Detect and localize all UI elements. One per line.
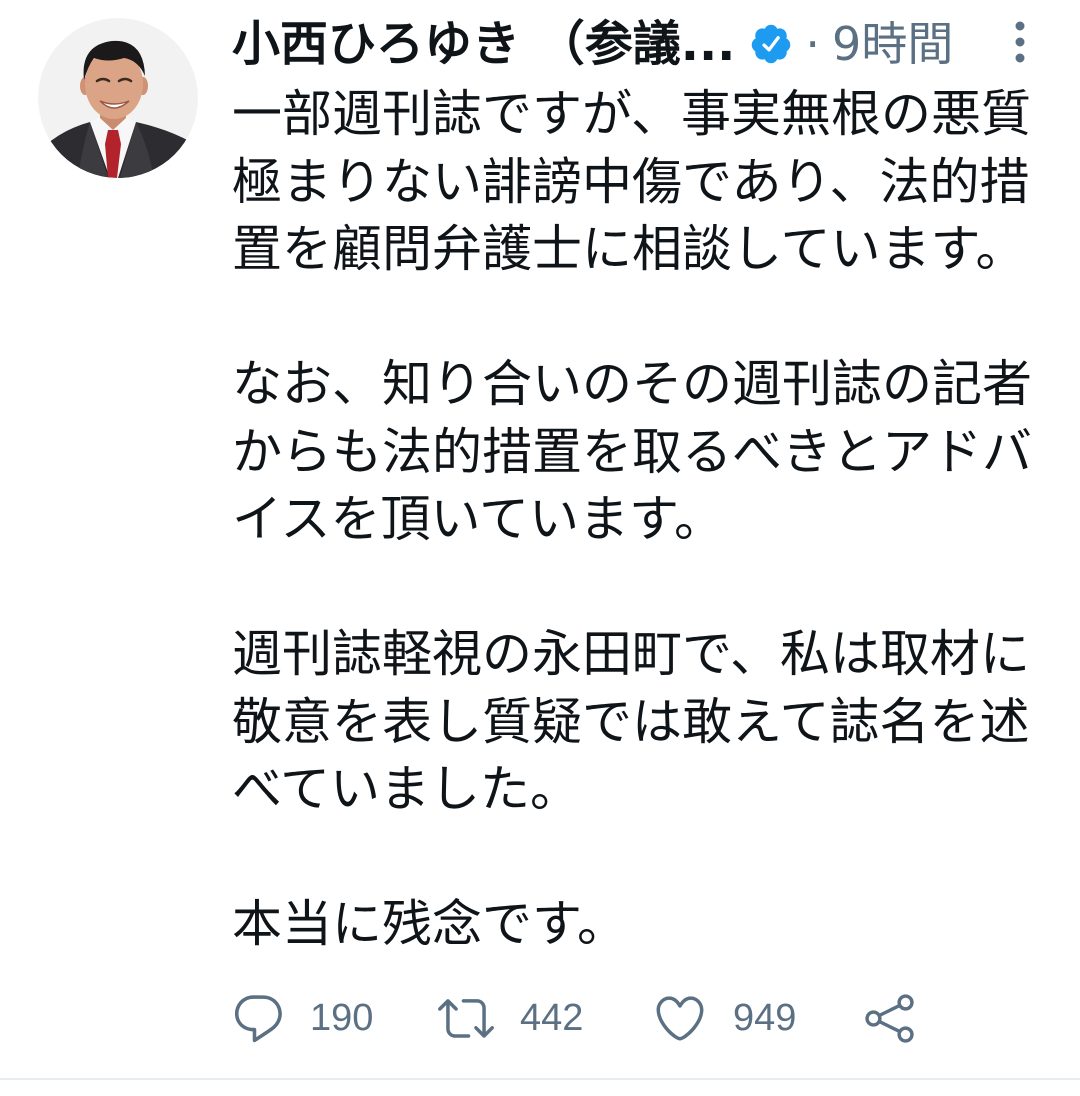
share-button[interactable] — [862, 990, 917, 1046]
time-text: 9時間 — [832, 17, 954, 71]
reply-icon — [234, 994, 282, 1042]
like-button[interactable]: 949 — [652, 990, 796, 1046]
verified-badge-icon — [752, 24, 791, 64]
tweet-text-line: べていました。 — [232, 760, 580, 818]
retweet-button[interactable]: 442 — [438, 990, 583, 1046]
tweet-text-line: 敬意を表し質疑では敢えて誌名を述 — [232, 692, 1030, 751]
tweet-paragraph: 本当に残念です。 — [232, 891, 1062, 959]
reply-count: 190 — [310, 997, 374, 1039]
tweet-text-line: からも法的措置を取るべきとアドバ — [232, 422, 1032, 481]
like-count: 949 — [733, 997, 797, 1039]
author-display-name[interactable]: 小西ひろゆき （参議... — [232, 12, 735, 76]
time-separator: · — [805, 17, 821, 71]
tweet[interactable]: 小西ひろゆき （参議... · 9時間 一部週刊誌ですが、事実無根の悪質 極まり… — [0, 0, 1080, 1096]
tweet-text-line: 置を顧問弁護士に相談しています。 — [232, 220, 1026, 278]
tweet-timestamp[interactable]: · 9時間 — [805, 12, 953, 76]
tweet-divider — [0, 1078, 1080, 1080]
tweet-text: 一部週刊誌ですが、事実無根の悪質 極まりない誹謗中傷であり、法的措 置を顧問弁護… — [232, 81, 1062, 959]
tweet-text-line: イスを頂いています。 — [232, 490, 724, 548]
tweet-text-line: なお、知り合いのその週刊誌の記者 — [232, 355, 1032, 413]
retweet-icon — [438, 999, 494, 1038]
tweet-text-line: 本当に残念です。 — [232, 895, 627, 953]
reply-button[interactable]: 190 — [230, 990, 373, 1046]
more-vertical-icon — [1015, 21, 1025, 63]
share-icon — [865, 993, 914, 1043]
avatar-photo — [38, 18, 198, 178]
heart-icon — [656, 996, 704, 1041]
tweet-paragraph: 週刊誌軽視の永田町で、私は取材に 敬意を表し質疑では敢えて誌名を述 べていました… — [232, 621, 1062, 824]
avatar[interactable] — [38, 18, 198, 178]
tweet-paragraph: なお、知り合いのその週刊誌の記者 からも法的措置を取るべきとアドバ イスを頂いて… — [232, 351, 1062, 554]
tweet-text-line: 一部週刊誌ですが、事実無根の悪質 — [232, 85, 1031, 143]
tweet-text-line: 極まりない誹謗中傷であり、法的措 — [232, 152, 1030, 211]
tweet-text-line: 週刊誌軽視の永田町で、私は取材に — [232, 625, 1030, 683]
tweet-header: 小西ひろゆき （参議... · 9時間 — [232, 12, 992, 76]
more-options-button[interactable] — [1000, 16, 1040, 66]
tweet-paragraph: 一部週刊誌ですが、事実無根の悪質 極まりない誹謗中傷であり、法的措 置を顧問弁護… — [232, 81, 1062, 284]
retweet-count: 442 — [520, 997, 584, 1039]
